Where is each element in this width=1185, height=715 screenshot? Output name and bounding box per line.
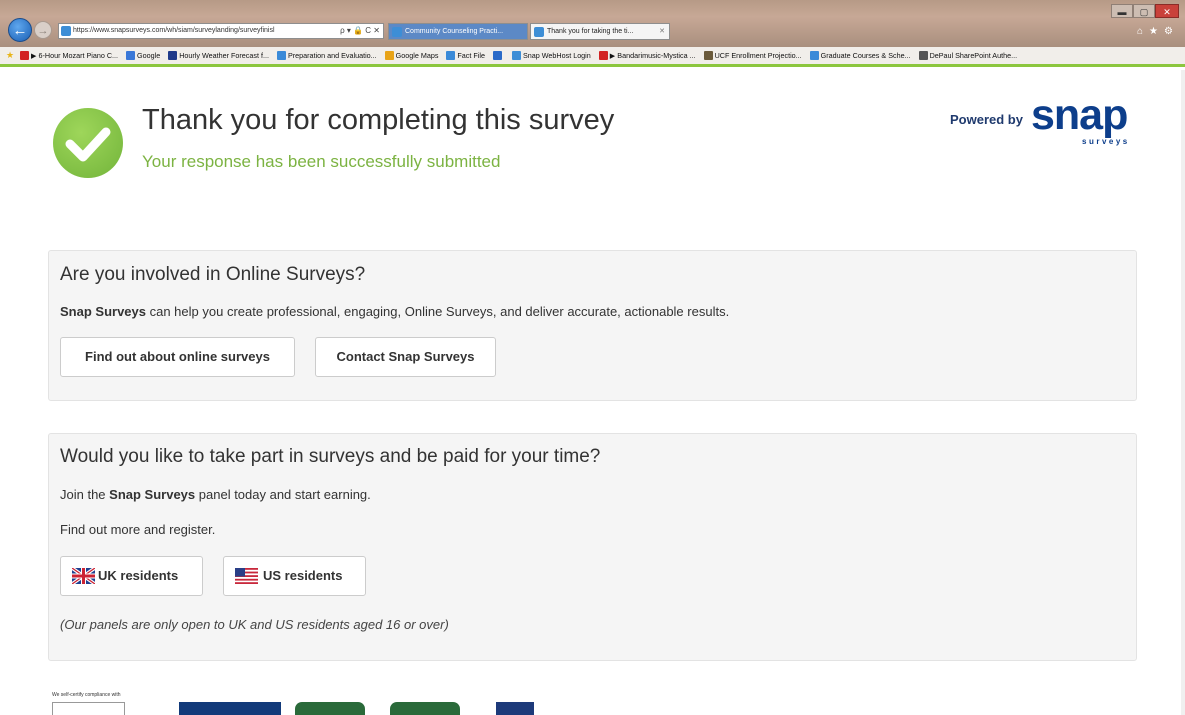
brand-name: Snap Surveys bbox=[109, 487, 196, 502]
close-icon[interactable]: ✕ bbox=[1155, 4, 1179, 18]
eu-logo[interactable] bbox=[496, 702, 534, 715]
safe-harbor-logo[interactable] bbox=[52, 702, 125, 715]
favorite-favicon-icon bbox=[126, 51, 136, 60]
join-suffix: panel today and start earning. bbox=[195, 487, 371, 502]
favorite-item[interactable]: Fact File bbox=[446, 47, 485, 64]
favorite-label: Hourly Weather Forecast f... bbox=[179, 51, 269, 60]
truste-logo[interactable] bbox=[295, 702, 365, 715]
tab-favicon-icon bbox=[392, 27, 402, 37]
favorite-favicon-icon bbox=[918, 51, 928, 60]
minimize-icon[interactable]: ▬ bbox=[1111, 4, 1133, 18]
favorite-item[interactable] bbox=[492, 47, 504, 64]
tab-label: Thank you for taking the ti... bbox=[547, 28, 634, 35]
favorites-bar: ★ ▶ 6-Hour Mozart Piano C... Google Hourly… bbox=[0, 47, 1185, 67]
page-subtitle: Your response has been successfully subm… bbox=[142, 152, 501, 171]
find-out-online-surveys-button[interactable]: Find out about online surveys bbox=[60, 337, 295, 377]
favorite-favicon-icon bbox=[20, 51, 29, 60]
compliance-text: We self-certify compliance with bbox=[52, 692, 121, 698]
address-bar[interactable]: https://www.snapsurveys.com/wh/siam/surv… bbox=[58, 23, 384, 39]
favorite-favicon-icon bbox=[446, 51, 456, 60]
us-residents-button[interactable]: US residents bbox=[223, 556, 366, 596]
favorite-favicon-icon bbox=[168, 51, 178, 60]
favorite-favicon-icon bbox=[511, 51, 521, 60]
join-prefix: Join the bbox=[60, 487, 110, 502]
favorite-label: ▶ 6-Hour Mozart Piano C... bbox=[31, 51, 119, 60]
favorite-favicon-icon bbox=[384, 51, 394, 60]
browser-toolbar-icons[interactable]: ⌂★⚙ bbox=[1137, 26, 1179, 37]
favorite-favicon-icon bbox=[703, 51, 713, 60]
panel-heading: Would you like to take part in surveys a… bbox=[60, 446, 601, 467]
online-surveys-panel: Are you involved in Online Surveys? Snap… bbox=[48, 250, 1137, 401]
favorite-label: Google Maps bbox=[395, 51, 439, 60]
powered-by-label: Powered by bbox=[950, 112, 1023, 127]
favorite-item[interactable]: ▶ Bandarimusic-Mystica ... bbox=[598, 47, 696, 64]
forward-arrow-icon[interactable]: → bbox=[34, 21, 52, 39]
snap-logo[interactable]: snap bbox=[1031, 92, 1128, 138]
tab-favicon-icon bbox=[534, 27, 544, 37]
favorite-favicon-icon bbox=[492, 51, 502, 60]
favorite-item[interactable]: Preparation and Evaluatio... bbox=[276, 47, 377, 64]
favorite-item[interactable]: UCF Enrollment Projectio... bbox=[703, 47, 802, 64]
truste-logo-2[interactable] bbox=[390, 702, 460, 715]
browser-titlebar: ← → https://www.snapsurveys.com/wh/siam/… bbox=[0, 0, 1185, 47]
us-flag-icon bbox=[235, 568, 258, 584]
favorite-item[interactable]: Hourly Weather Forecast f... bbox=[168, 47, 269, 64]
favorite-label: Fact File bbox=[457, 51, 485, 60]
favorite-item[interactable]: DePaul SharePoint Authe... bbox=[918, 47, 1018, 64]
brand-name: Snap Surveys bbox=[60, 304, 146, 319]
favorite-label: Snap WebHost Login bbox=[522, 51, 591, 60]
panel-eligibility-note: (Our panels are only open to UK and US r… bbox=[60, 617, 449, 632]
tab-label: Community Counseling Practi... bbox=[405, 28, 504, 35]
window-controls: ▬ ▢ ✕ bbox=[1111, 2, 1181, 18]
contact-snap-surveys-button[interactable]: Contact Snap Surveys bbox=[315, 337, 496, 377]
favorite-item[interactable]: Snap WebHost Login bbox=[511, 47, 591, 64]
us-residents-label: US residents bbox=[263, 568, 343, 583]
uk-flag-icon bbox=[72, 568, 95, 584]
snap-logo-subtitle: surveys bbox=[1082, 137, 1130, 146]
back-arrow-icon[interactable]: ← bbox=[8, 18, 32, 42]
favorite-favicon-icon bbox=[809, 51, 819, 60]
favorite-label: DePaul SharePoint Authe... bbox=[929, 51, 1018, 60]
address-url: https://www.snapsurveys.com/wh/siam/surv… bbox=[73, 27, 275, 34]
favorite-label: Graduate Courses & Sche... bbox=[820, 51, 911, 60]
page-scrollbar[interactable] bbox=[1181, 70, 1185, 715]
panel-heading: Are you involved in Online Surveys? bbox=[60, 264, 366, 285]
maximize-icon[interactable]: ▢ bbox=[1133, 4, 1155, 18]
favorite-label: Preparation and Evaluatio... bbox=[287, 51, 377, 60]
favorites-list: ▶ 6-Hour Mozart Piano C... Google Hourly W… bbox=[20, 47, 1017, 64]
favorite-item[interactable]: Google bbox=[126, 47, 160, 64]
page-title: Thank you for completing this survey bbox=[142, 104, 615, 136]
favorite-favicon-icon bbox=[598, 51, 608, 60]
footer-compliance-logos: We self-certify compliance with bbox=[52, 692, 552, 715]
favorite-favicon-icon bbox=[276, 51, 286, 60]
tab-community-counseling[interactable]: Community Counseling Practi... bbox=[388, 23, 528, 40]
accredited-logo[interactable] bbox=[179, 702, 281, 715]
favorite-item[interactable]: ▶ 6-Hour Mozart Piano C... bbox=[20, 47, 118, 64]
description-text: can help you create professional, engagi… bbox=[146, 304, 730, 319]
panel-description: Snap Surveys can help you create profess… bbox=[60, 304, 729, 319]
join-panel-text: Join the Snap Surveys panel today and st… bbox=[60, 487, 371, 502]
site-favicon-icon bbox=[61, 26, 71, 36]
favorites-star-icon[interactable]: ★ bbox=[6, 47, 14, 64]
uk-residents-button[interactable]: UK residents bbox=[60, 556, 203, 596]
paid-surveys-panel: Would you like to take part in surveys a… bbox=[48, 433, 1137, 661]
favorite-label: Google bbox=[137, 51, 161, 60]
success-check-icon bbox=[53, 108, 123, 178]
favorite-item[interactable]: Google Maps bbox=[384, 47, 439, 64]
uk-residents-label: UK residents bbox=[98, 568, 179, 583]
favorite-label: UCF Enrollment Projectio... bbox=[714, 51, 802, 60]
address-controls[interactable]: ρ ▾ 🔒 C ✕ bbox=[340, 24, 380, 38]
tab-close-icon[interactable]: ✕ bbox=[659, 24, 665, 39]
favorite-item[interactable]: Graduate Courses & Sche... bbox=[809, 47, 911, 64]
favorite-label: ▶ Bandarimusic-Mystica ... bbox=[609, 51, 696, 60]
find-out-more-text: Find out more and register. bbox=[60, 522, 216, 537]
tab-thank-you[interactable]: Thank you for taking the ti... ✕ bbox=[530, 23, 670, 40]
